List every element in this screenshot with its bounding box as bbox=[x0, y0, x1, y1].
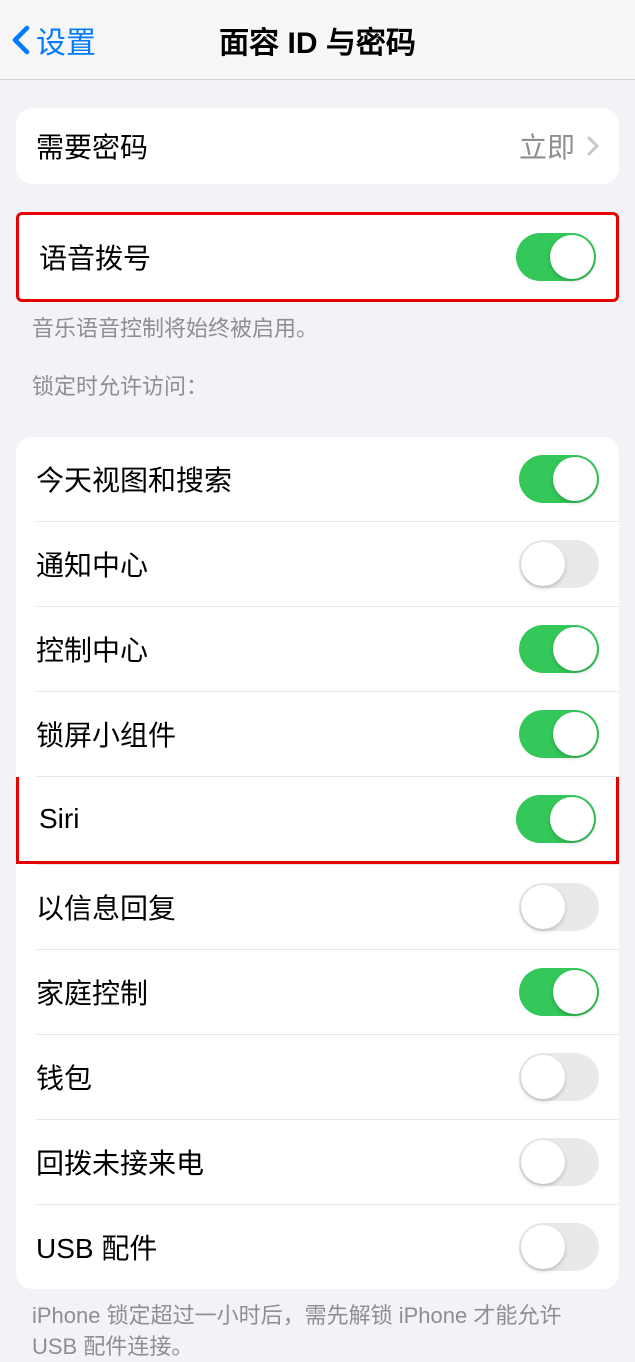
access-row: USB 配件 bbox=[16, 1205, 619, 1289]
access-toggle[interactable] bbox=[519, 1053, 599, 1101]
access-row: 家庭控制 bbox=[16, 950, 619, 1034]
allow-access-group: 今天视图和搜索通知中心控制中心锁屏小组件 Siri 以信息回复家庭控制钱包回拨未接来… bbox=[16, 437, 619, 1289]
page-title: 面容 ID 与密码 bbox=[219, 18, 416, 62]
access-row-label: 钱包 bbox=[36, 1057, 92, 1097]
access-row: 回拨未接来电 bbox=[16, 1120, 619, 1204]
access-row-label: 锁屏小组件 bbox=[36, 714, 176, 754]
access-toggle[interactable] bbox=[519, 625, 599, 673]
chevron-left-icon bbox=[12, 25, 30, 55]
access-row-label: Siri bbox=[39, 803, 79, 835]
require-passcode-value: 立即 bbox=[519, 126, 599, 166]
access-row: 锁屏小组件 bbox=[16, 692, 619, 776]
access-toggle[interactable] bbox=[519, 1138, 599, 1186]
access-row-label: 通知中心 bbox=[36, 544, 148, 584]
access-row-label: 控制中心 bbox=[36, 629, 148, 669]
access-row: Siri bbox=[16, 777, 619, 864]
voice-dial-footer: 音乐语音控制将始终被启用。 bbox=[0, 302, 635, 345]
voice-dial-label: 语音拨号 bbox=[39, 237, 151, 277]
access-row-label: 以信息回复 bbox=[36, 887, 176, 927]
access-toggle[interactable] bbox=[519, 1223, 599, 1271]
access-row-label: 家庭控制 bbox=[36, 972, 148, 1012]
access-row-label: USB 配件 bbox=[36, 1227, 157, 1267]
access-row-label: 回拨未接来电 bbox=[36, 1142, 204, 1182]
voice-dial-group: 语音拨号 bbox=[16, 212, 619, 302]
back-button[interactable]: 设置 bbox=[12, 18, 96, 62]
access-toggle[interactable] bbox=[516, 795, 596, 843]
require-passcode-group: 需要密码 立即 bbox=[16, 108, 619, 184]
voice-dial-toggle[interactable] bbox=[516, 233, 596, 281]
access-toggle[interactable] bbox=[519, 710, 599, 758]
access-row: 控制中心 bbox=[16, 607, 619, 691]
access-toggle[interactable] bbox=[519, 883, 599, 931]
require-passcode-row[interactable]: 需要密码 立即 bbox=[16, 108, 619, 184]
access-toggle[interactable] bbox=[519, 455, 599, 503]
back-label: 设置 bbox=[36, 18, 96, 62]
usb-footer: iPhone 锁定超过一小时后，需先解锁 iPhone 才能允许USB 配件连接… bbox=[0, 1289, 635, 1362]
chevron-right-icon bbox=[587, 136, 599, 156]
voice-dial-row: 语音拨号 bbox=[19, 215, 616, 299]
access-row: 今天视图和搜索 bbox=[16, 437, 619, 521]
access-row: 通知中心 bbox=[16, 522, 619, 606]
access-row: 钱包 bbox=[16, 1035, 619, 1119]
access-row: 以信息回复 bbox=[16, 865, 619, 949]
access-toggle[interactable] bbox=[519, 968, 599, 1016]
allow-access-header: 锁定时允许访问： bbox=[0, 345, 635, 409]
require-passcode-label: 需要密码 bbox=[36, 126, 148, 166]
navigation-bar: 设置 面容 ID 与密码 bbox=[0, 0, 635, 80]
access-row-label: 今天视图和搜索 bbox=[36, 459, 232, 499]
access-toggle[interactable] bbox=[519, 540, 599, 588]
